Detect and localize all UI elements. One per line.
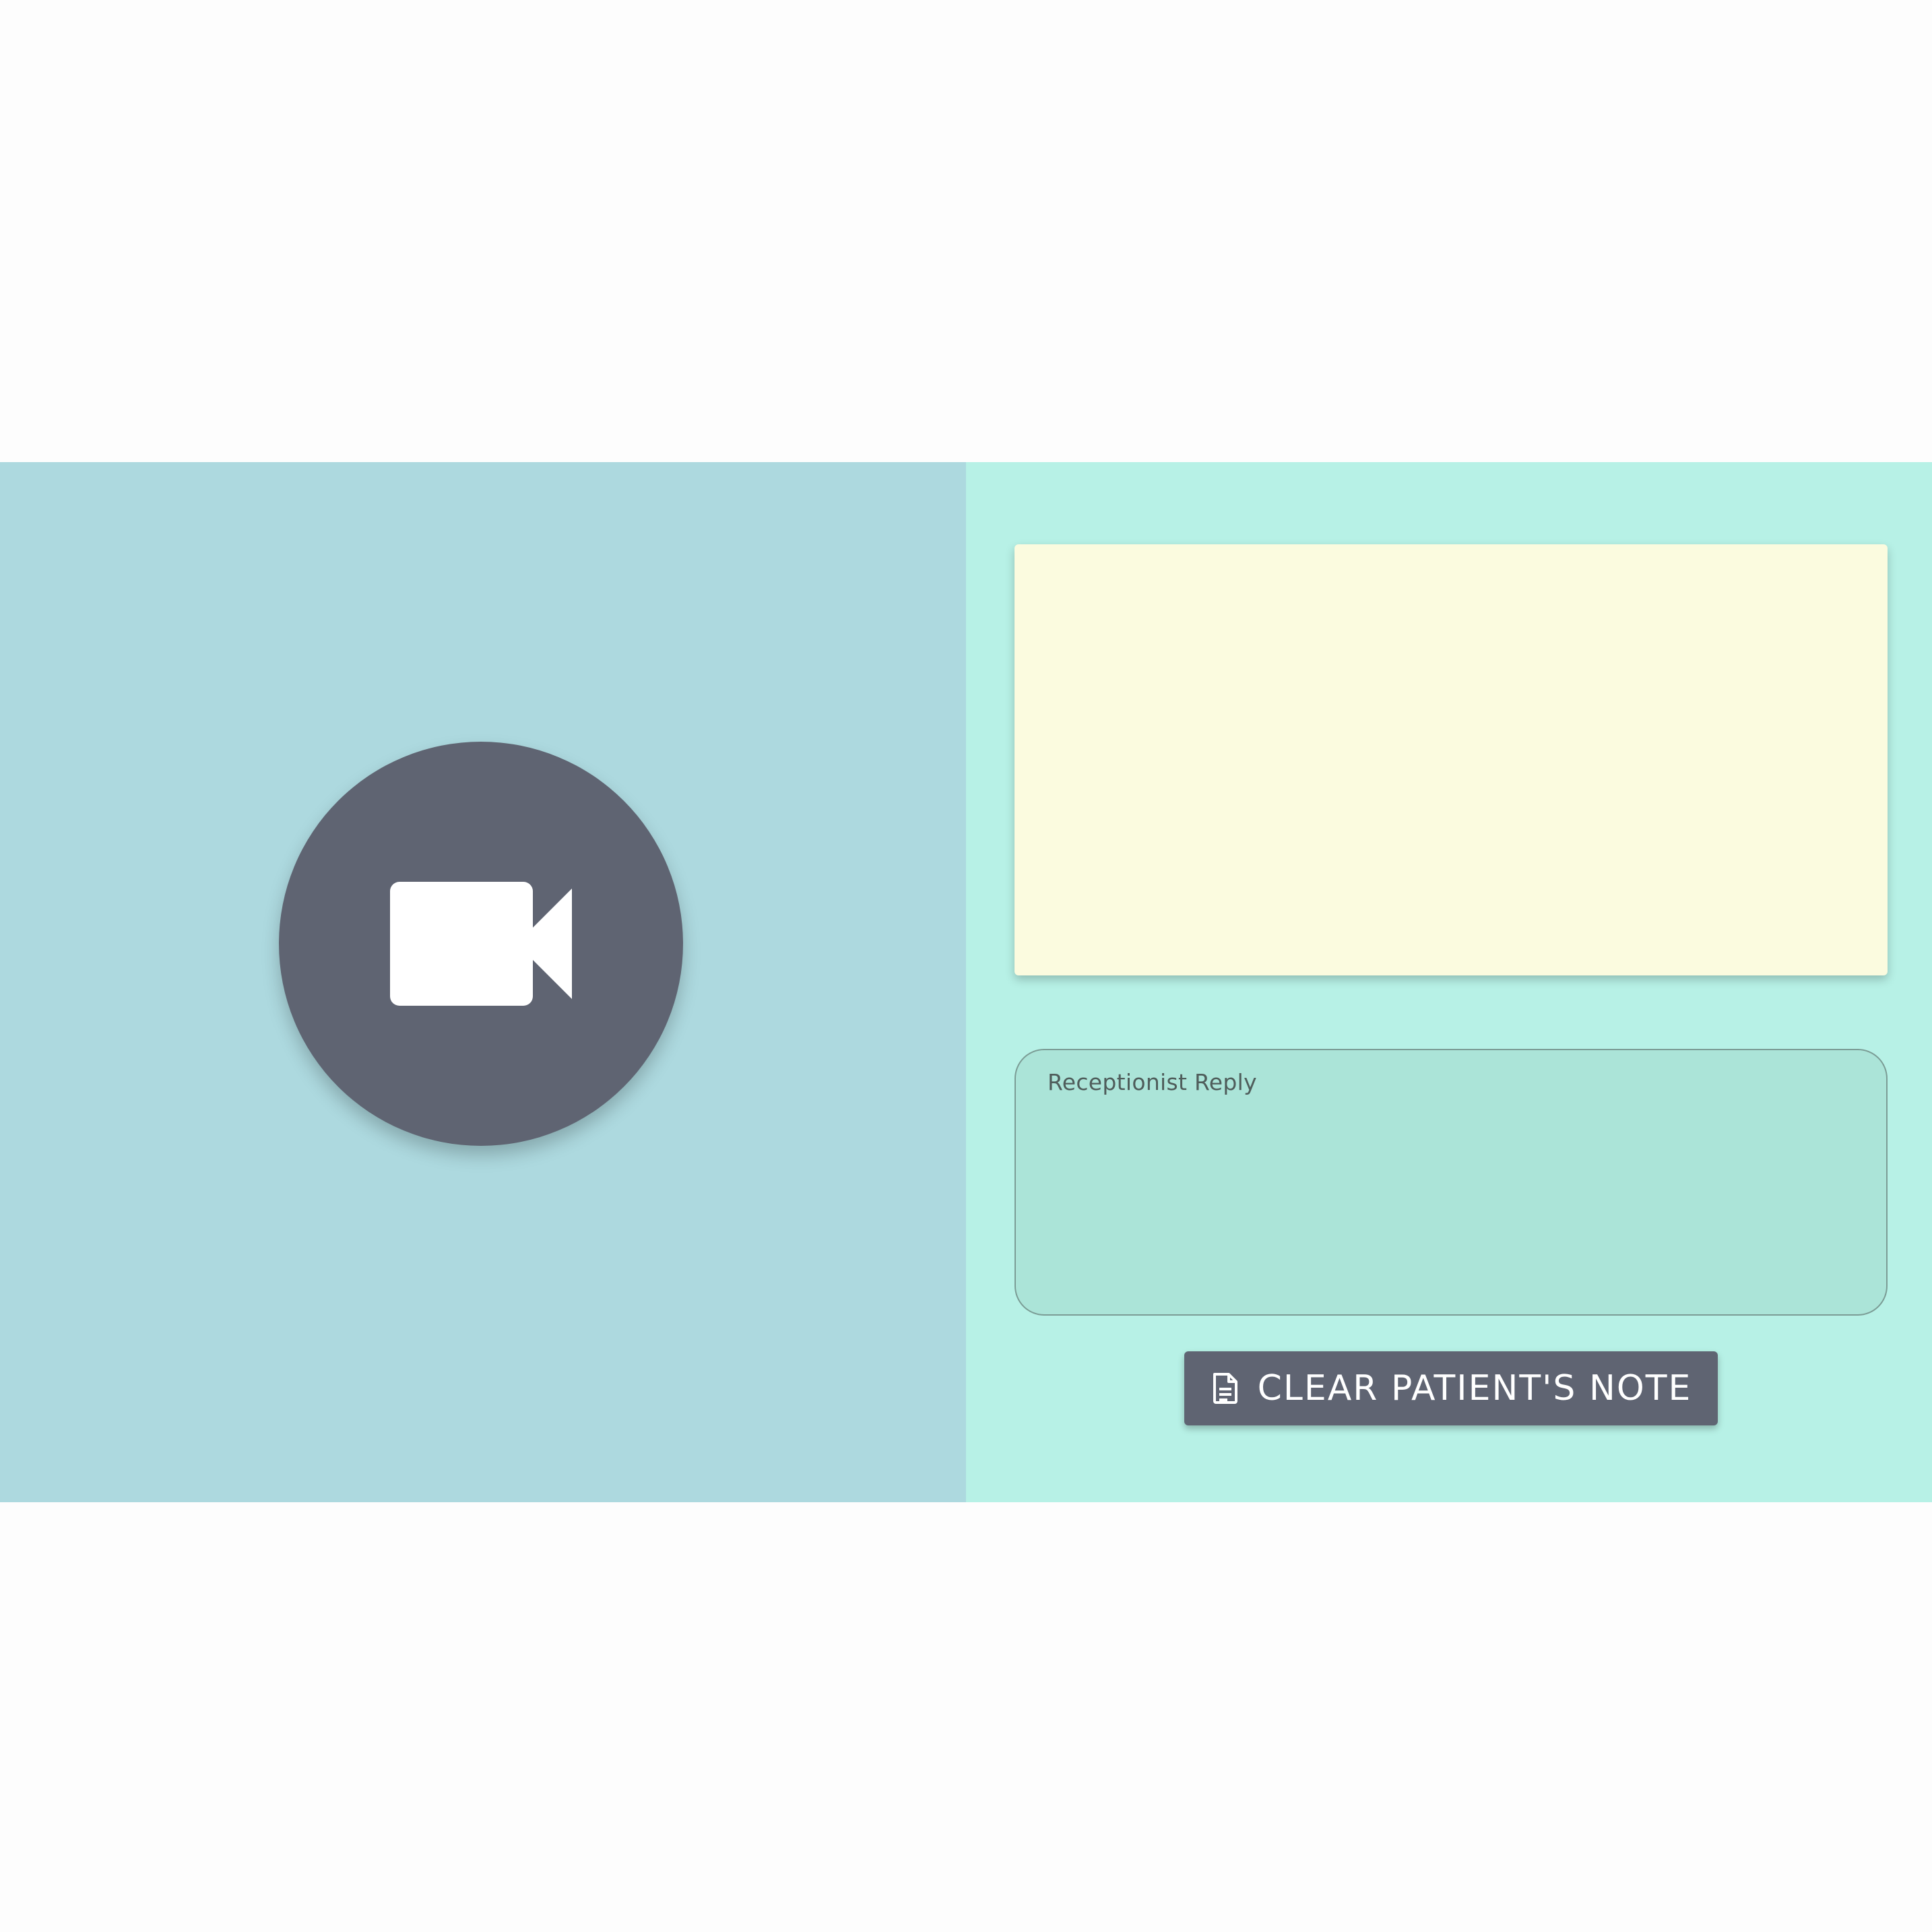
notes-pane: Receptionist Reply CLEAR PATIENT'S NOTE — [966, 462, 1932, 1502]
video-pane — [0, 462, 966, 1502]
clear-patient-note-button[interactable]: CLEAR PATIENT'S NOTE — [1184, 1351, 1718, 1425]
clear-patient-note-label: CLEAR PATIENT'S NOTE — [1257, 1368, 1692, 1409]
receptionist-reply-input[interactable] — [1047, 1111, 1855, 1295]
receptionist-reply-label: Receptionist Reply — [1048, 1069, 1257, 1095]
video-call-button[interactable] — [279, 742, 683, 1146]
document-icon — [1213, 1373, 1237, 1404]
video-camera-icon — [390, 882, 572, 1006]
app-stage: Receptionist Reply CLEAR PATIENT'S NOTE — [0, 462, 1932, 1502]
receptionist-reply-field[interactable]: Receptionist Reply — [1015, 1049, 1888, 1316]
patient-note-card — [1015, 544, 1888, 975]
